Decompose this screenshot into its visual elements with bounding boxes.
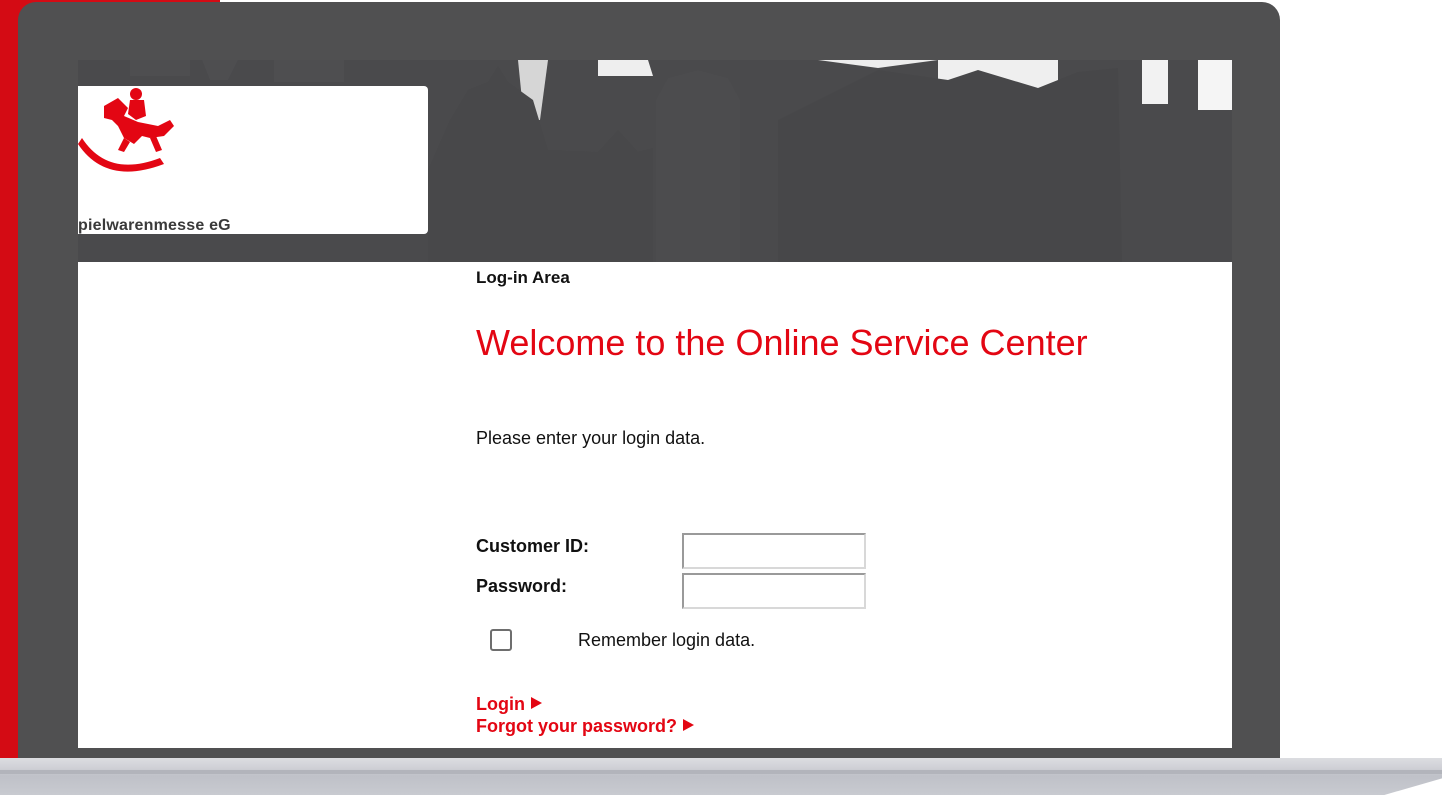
login-link-label: Login <box>476 694 525 714</box>
laptop-base-edge <box>0 770 1442 774</box>
section-label: Log-in Area <box>476 268 570 287</box>
rocking-horse-icon <box>78 88 174 172</box>
forgot-password-label: Forgot your password? <box>476 716 678 736</box>
logo-card[interactable]: pielwarenmesse eG <box>78 86 428 234</box>
header-banner: pielwarenmesse eG <box>78 60 1232 262</box>
remember-checkbox[interactable] <box>490 629 512 651</box>
arrow-right-icon <box>683 719 695 731</box>
login-link[interactable]: Login <box>476 694 542 715</box>
forgot-password-link[interactable]: Forgot your password? <box>476 716 695 737</box>
intro-text: Please enter your login data. <box>476 428 706 448</box>
customer-id-label: Customer ID: <box>476 536 590 556</box>
password-input[interactable] <box>682 573 866 609</box>
customer-id-input[interactable] <box>682 533 866 569</box>
remember-label[interactable]: Remember login data. <box>578 630 755 651</box>
arrow-right-icon <box>530 697 542 709</box>
logo-text: pielwarenmesse eG <box>78 217 231 234</box>
page-title: Welcome to the Online Service Center <box>476 322 1088 363</box>
password-label: Password: <box>476 576 568 596</box>
browser-screen: pielwarenmesse eG Log-in Area Welcome to… <box>78 60 1232 748</box>
laptop-base <box>0 758 1442 795</box>
